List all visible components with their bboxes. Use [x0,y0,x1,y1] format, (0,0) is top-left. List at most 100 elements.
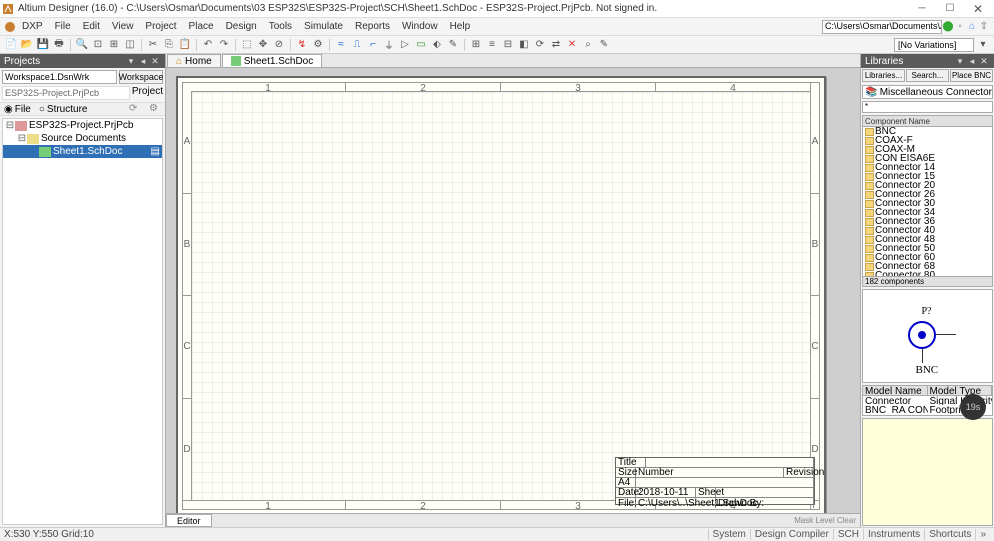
new-icon[interactable]: 📄 [4,38,18,52]
editor-tab[interactable]: Editor [166,514,212,527]
project-button[interactable]: Project [132,86,163,100]
variations-combo[interactable]: [No Variations] [894,38,974,52]
status-sch[interactable]: SCH [833,529,863,540]
menu-tools[interactable]: Tools [263,21,298,32]
status-menu-icon[interactable]: » [975,529,990,540]
tab-sheet[interactable]: Sheet1.SchDoc [222,54,323,67]
menu-project[interactable]: Project [139,21,182,32]
panel-menu-icon[interactable]: ▾ [954,55,966,67]
place-button[interactable]: Place BNC [950,69,993,82]
note-icon[interactable]: ✎ [446,38,460,52]
ruler-top: 1234 [191,83,811,91]
tree-sheet-node[interactable]: Sheet1.SchDoc▤ [3,145,162,158]
cross-probe-icon[interactable]: ↯ [295,38,309,52]
separator [329,39,330,51]
part-icon[interactable]: ▷ [398,38,412,52]
settings-icon[interactable]: ⚙ [149,103,161,115]
find-icon[interactable]: ⌕ [581,38,595,52]
nav-up-icon[interactable]: ⇧ [978,21,990,33]
library-combo[interactable]: 📚 Miscellaneous Connectors.IntLib [862,85,993,99]
filter-input[interactable]: * [862,101,993,113]
component-list[interactable]: BNCCOAX-FCOAX-MCON EISA6EConnector 14Con… [862,127,993,277]
align-icon[interactable]: ≡ [485,38,499,52]
mask-label[interactable]: Mask Level Clear [794,516,860,525]
status-coords: X:530 Y:550 Grid:10 [4,529,94,540]
open-icon[interactable]: 📂 [20,38,34,52]
separator [70,39,71,51]
netlabel-icon[interactable]: ⌐ [366,38,380,52]
rotate-icon[interactable]: ⟳ [533,38,547,52]
panel-pin-icon[interactable]: ◂ [137,55,149,67]
wire-icon[interactable]: ≈ [334,38,348,52]
notification-badge[interactable]: 19s [960,394,986,420]
menu-design[interactable]: Design [220,21,263,32]
tree-project-node[interactable]: ⊟ESP32S-Project.PrjPcb [3,119,162,132]
save-icon[interactable]: 💾 [36,38,50,52]
libraries-panel-title: Libraries [865,56,903,67]
nav-fwd-icon[interactable]: ◦ [954,21,966,33]
port-icon[interactable]: ⬖ [430,38,444,52]
component-name-header[interactable]: Component Name [862,115,993,127]
cut-icon[interactable]: ✂ [146,38,160,52]
path-combo[interactable]: C:\Users\Osmar\Documents\Alt [822,20,942,34]
radio-file[interactable]: ◉File [4,104,31,115]
nav-back-icon[interactable]: ⬤ [942,21,954,33]
power-icon[interactable]: ⏚ [382,38,396,52]
panel-close-icon[interactable]: ✕ [149,55,161,67]
panel-close-icon[interactable]: ✕ [978,55,990,67]
workspace-combo[interactable]: Workspace1.DsnWrk [2,70,117,84]
preview-icon[interactable]: 🔍 [75,38,89,52]
schematic-canvas[interactable]: 1234 1234 ABCD ABCD Title SizeNumberRevi… [166,68,860,513]
close-button[interactable]: ✕ [964,1,992,17]
tree-source-docs[interactable]: ⊟Source Documents [3,132,162,145]
radio-structure[interactable]: ○Structure [39,104,88,115]
project-tree[interactable]: ⊟ESP32S-Project.PrjPcb ⊟Source Documents… [2,118,163,525]
select-icon[interactable]: ⬚ [240,38,254,52]
refresh-icon[interactable]: ⟳ [129,103,141,115]
deselect-icon[interactable]: ⊘ [272,38,286,52]
delete-icon[interactable]: ✕ [565,38,579,52]
sheet-symbol-icon[interactable]: ▭ [414,38,428,52]
menu-window[interactable]: Window [396,21,444,32]
status-design-compiler[interactable]: Design Compiler [750,529,833,540]
paste-icon[interactable]: 📋 [178,38,192,52]
panel-menu-icon[interactable]: ▾ [125,55,137,67]
mirror-icon[interactable]: ⇄ [549,38,563,52]
array-icon[interactable]: ⊞ [469,38,483,52]
search-button[interactable]: Search... [906,69,949,82]
dxp-icon[interactable] [4,21,16,33]
menu-view[interactable]: View [106,21,140,32]
compile-icon[interactable]: ⚙ [311,38,325,52]
redo-icon[interactable]: ↷ [217,38,231,52]
status-shortcuts[interactable]: Shortcuts [924,529,975,540]
undo-icon[interactable]: ↶ [201,38,215,52]
brush-icon[interactable]: ✎ [597,38,611,52]
menu-edit[interactable]: Edit [77,21,106,32]
zoom-area-icon[interactable]: ⊞ [107,38,121,52]
move-icon[interactable]: ✥ [256,38,270,52]
bus-icon[interactable]: ⎍ [350,38,364,52]
status-system[interactable]: System [708,529,750,540]
zoom-fit-icon[interactable]: ⊡ [91,38,105,52]
menu-dxp[interactable]: DXP [16,21,49,32]
menu-place[interactable]: Place [183,21,220,32]
menu-simulate[interactable]: Simulate [298,21,349,32]
print-icon[interactable]: 🖶 [52,38,66,52]
copy-icon[interactable]: ⎘ [162,38,176,52]
generic-icon[interactable]: ◧ [517,38,531,52]
status-instruments[interactable]: Instruments [863,529,924,540]
tab-home[interactable]: ⌂Home [167,54,221,67]
nav-home-icon[interactable]: ⌂ [966,21,978,33]
menu-help[interactable]: Help [444,21,477,32]
menu-reports[interactable]: Reports [349,21,396,32]
zoom-sel-icon[interactable]: ◫ [123,38,137,52]
libraries-button[interactable]: Libraries... [862,69,905,82]
menu-file[interactable]: File [49,21,77,32]
variations-btn-icon[interactable]: ▾ [976,38,990,52]
maximize-button[interactable]: ☐ [936,1,964,17]
panel-pin-icon[interactable]: ◂ [966,55,978,67]
workspace-button[interactable]: Workspace [119,70,163,84]
preview-ref: P? [922,306,932,317]
minimize-button[interactable]: ─ [908,1,936,17]
harness-icon[interactable]: ⊟ [501,38,515,52]
